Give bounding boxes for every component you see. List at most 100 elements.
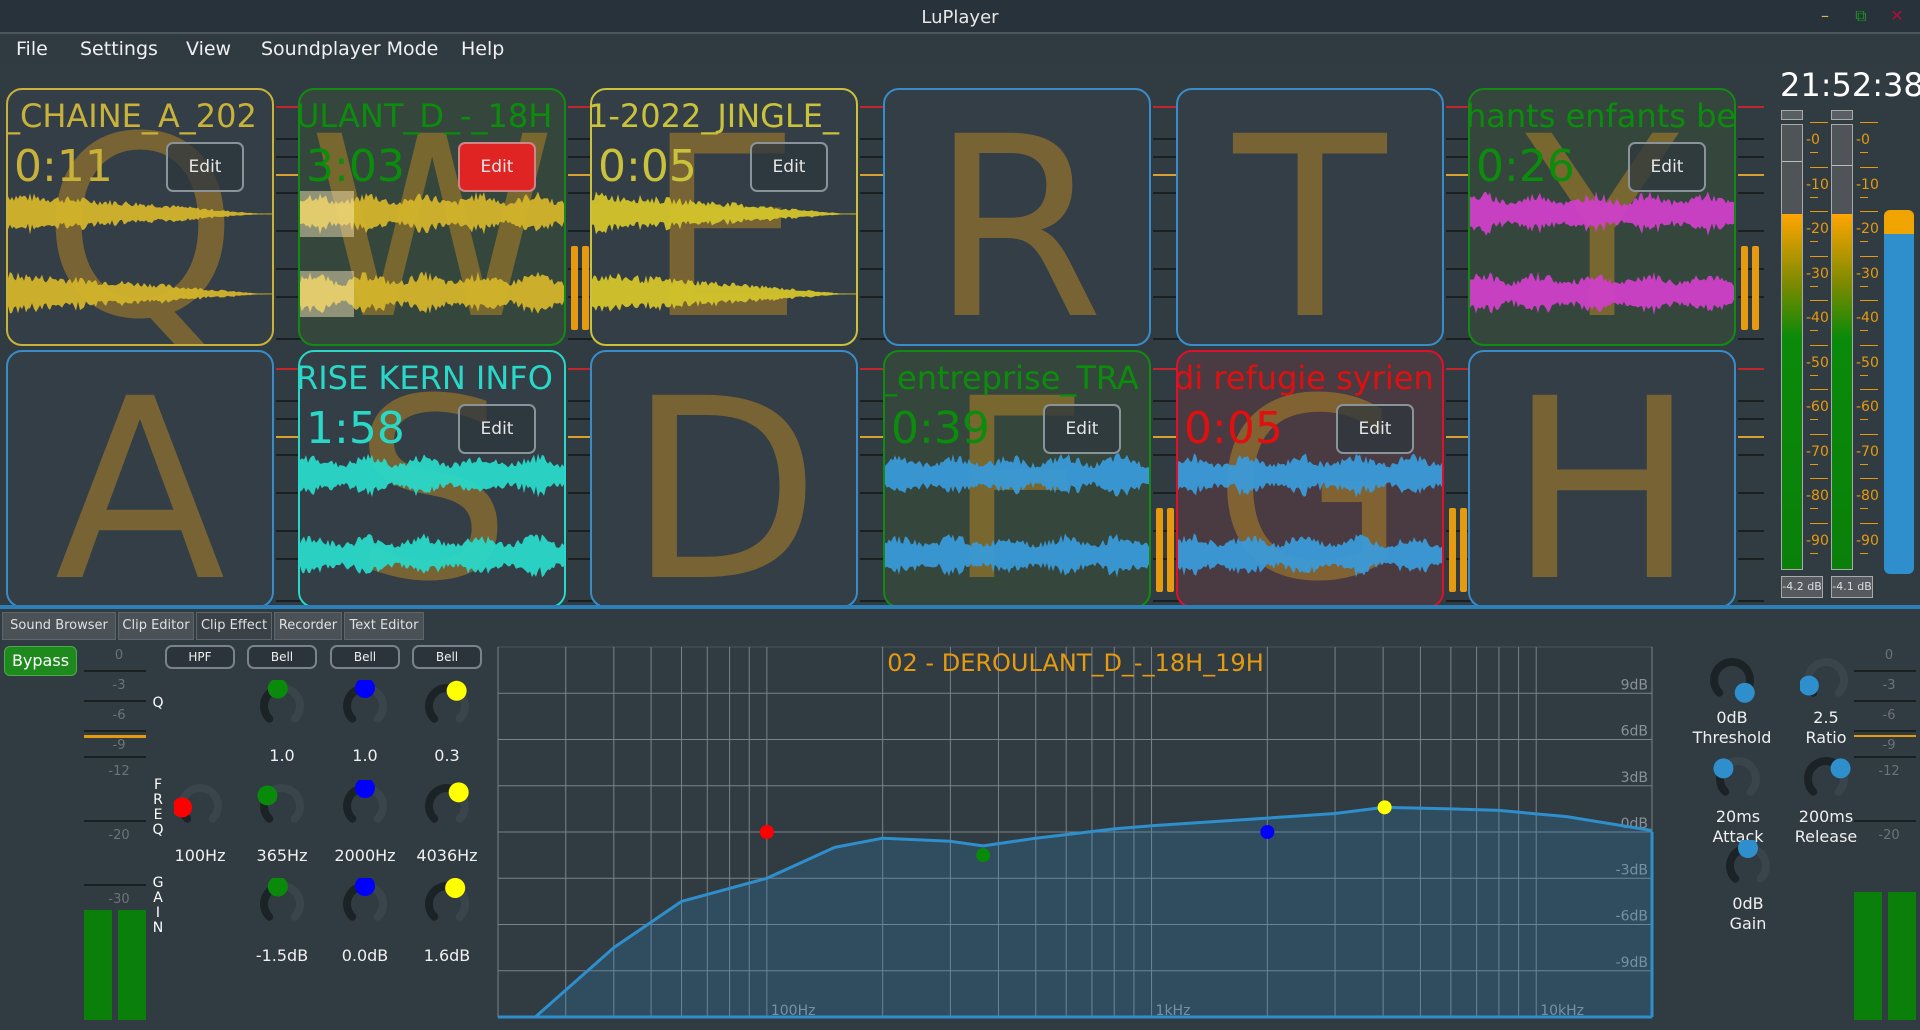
knob-handle[interactable] xyxy=(355,780,375,798)
knob-handle[interactable] xyxy=(1830,758,1851,779)
knob-handle[interactable] xyxy=(1734,682,1755,703)
level-tick xyxy=(1738,174,1764,176)
eq-band-handle[interactable] xyxy=(759,825,774,839)
compressor-gain-knob[interactable] xyxy=(1722,840,1774,892)
master-volume-slider[interactable] xyxy=(1884,210,1914,574)
sound-pad-w[interactable]: W ULANT_D_-_18H 3:03 Edit xyxy=(298,88,566,346)
compressor-release-knob[interactable] xyxy=(1800,753,1852,805)
eq-graph[interactable]: 9dB6dB3dB0dB-3dB-6dB-9dB100Hz1kHz10kHz 0… xyxy=(494,643,1657,1023)
eq-graph-title: 02 - DEROULANT_D_-_18H_19H xyxy=(887,649,1264,677)
window-title: LuPlayer xyxy=(921,7,999,28)
tab-sound-browser[interactable]: Sound Browser xyxy=(2,612,116,640)
level-tick xyxy=(1738,418,1764,420)
menu-file[interactable]: File xyxy=(16,38,48,60)
menu-bar: File Settings View Soundplayer Mode Help xyxy=(0,36,1920,64)
sound-pad-r[interactable]: R xyxy=(883,88,1151,346)
sound-pad-h[interactable]: H xyxy=(1468,350,1736,608)
sound-pad-f[interactable]: F_entreprise_TRA0:39Edit xyxy=(883,350,1151,608)
pad-edit-button[interactable]: Edit xyxy=(750,142,828,192)
band-type-button-3[interactable]: Bell xyxy=(330,645,400,669)
menu-help[interactable]: Help xyxy=(461,38,504,60)
meter-scale-label: -6 xyxy=(1882,708,1896,723)
row-label-char: Q xyxy=(152,822,164,838)
tab-clip-editor[interactable]: Clip Editor xyxy=(118,612,194,640)
minimize-icon[interactable]: – xyxy=(1814,6,1836,26)
level-tick xyxy=(860,338,886,340)
sound-pad-s[interactable]: S RISE KERN INFO 1:58 Edit xyxy=(298,350,566,608)
freq-knob-2[interactable] xyxy=(256,780,308,832)
menu-soundplayer-mode[interactable]: Soundplayer Mode xyxy=(261,38,438,60)
bypass-button[interactable]: Bypass xyxy=(4,646,77,676)
compressor-gain-value: 0dB xyxy=(1732,894,1764,913)
freq-value: 2000Hz xyxy=(334,846,396,865)
level-tick xyxy=(1738,138,1764,140)
eq-band-handle[interactable] xyxy=(976,848,991,863)
menu-view[interactable]: View xyxy=(186,38,231,60)
knob-handle[interactable] xyxy=(448,782,469,803)
sound-pad-q[interactable]: Q _CHAINE_A_202 0:11 Edit xyxy=(6,88,274,346)
level-tick xyxy=(1738,192,1764,194)
knob-handle[interactable] xyxy=(355,680,375,698)
knob-handle[interactable] xyxy=(174,797,193,818)
knob-handle[interactable] xyxy=(257,785,278,806)
sound-pads-grid: Q _CHAINE_A_202 0:11 Edit W ULANT_D_-_18H 3:03… xyxy=(0,64,1780,612)
q-knob-4[interactable] xyxy=(421,680,473,732)
maximize-icon[interactable]: ⧉ xyxy=(1850,6,1872,26)
level-tick xyxy=(1738,454,1764,456)
tab-recorder[interactable]: Recorder xyxy=(274,612,342,640)
q-knob-3[interactable] xyxy=(339,680,391,732)
knob-handle[interactable] xyxy=(1738,840,1758,858)
vu-peak-cap-left xyxy=(1781,110,1803,120)
sound-pad-t[interactable]: T xyxy=(1176,88,1444,346)
pad-edit-button[interactable]: Edit xyxy=(1043,404,1121,454)
pad-edit-button[interactable]: Edit xyxy=(458,142,536,192)
q-knob-2[interactable] xyxy=(256,680,308,732)
menu-settings[interactable]: Settings xyxy=(80,38,158,60)
scale-tick xyxy=(1860,255,1878,257)
eq-band-handle[interactable] xyxy=(1260,825,1275,839)
pad-edit-button[interactable]: Edit xyxy=(1628,142,1706,192)
scale-label: -70 xyxy=(1806,443,1829,460)
close-icon[interactable]: ✕ xyxy=(1886,6,1908,26)
band-type-button-1[interactable]: HPF xyxy=(165,645,235,669)
scale-tick xyxy=(1860,166,1878,168)
gain-value: 1.6dB xyxy=(423,946,471,965)
pad-level-indicator xyxy=(1738,88,1764,346)
freq-knob-1[interactable] xyxy=(174,780,226,832)
sound-pad-g[interactable]: Gdi refugie syrien 0:05 Edit xyxy=(1176,350,1444,608)
output-level-meter: 0 -3 -6 -9 -12 -20 xyxy=(1854,648,1918,1020)
sound-pad-d[interactable]: D xyxy=(590,350,858,608)
scale-tick xyxy=(1810,300,1828,301)
sound-pad-y[interactable]: Yhants enfants ber 0:26 Edit xyxy=(1468,88,1736,346)
pad-edit-button[interactable]: Edit xyxy=(166,142,244,192)
tab-clip-effect[interactable]: Clip Effect xyxy=(196,612,272,640)
band-type-button-4[interactable]: Bell xyxy=(412,645,482,669)
pad-edit-button[interactable]: Edit xyxy=(1336,404,1414,454)
master-volume-handle[interactable] xyxy=(1884,210,1914,235)
eq-band-handle[interactable] xyxy=(1377,800,1392,815)
gain-knob-2[interactable] xyxy=(256,878,308,930)
compressor-attack-knob[interactable] xyxy=(1712,753,1764,805)
waveform-channel-1 xyxy=(8,193,272,235)
freq-knob-4[interactable] xyxy=(421,780,473,832)
level-tick xyxy=(1446,338,1472,340)
splitter[interactable] xyxy=(0,605,1920,609)
tab-text-editor[interactable]: Text Editor xyxy=(344,612,424,640)
gain-knob-4[interactable] xyxy=(421,878,473,930)
knob-handle[interactable] xyxy=(446,680,467,701)
eq-graph-canvas[interactable]: 9dB6dB3dB0dB-3dB-6dB-9dB100Hz1kHz10kHz xyxy=(494,643,1657,1023)
knob-handle[interactable] xyxy=(1713,758,1734,779)
freq-knob-3[interactable] xyxy=(339,780,391,832)
scale-tick xyxy=(1860,300,1878,301)
vu-fill-left xyxy=(1782,213,1802,569)
sound-pad-a[interactable]: A xyxy=(6,350,274,608)
meter-tick xyxy=(84,670,146,672)
pad-edit-button[interactable]: Edit xyxy=(458,404,536,454)
compressor-ratio-knob[interactable] xyxy=(1800,654,1852,706)
compressor-threshold-knob[interactable] xyxy=(1706,654,1758,706)
gain-knob-3[interactable] xyxy=(339,878,391,930)
sound-pad-e[interactable]: E 1-2022_JINGLE_ 0:05 Edit xyxy=(590,88,858,346)
knob-handle[interactable] xyxy=(445,878,466,898)
knob-handle[interactable] xyxy=(355,878,375,896)
band-type-button-2[interactable]: Bell xyxy=(247,645,317,669)
